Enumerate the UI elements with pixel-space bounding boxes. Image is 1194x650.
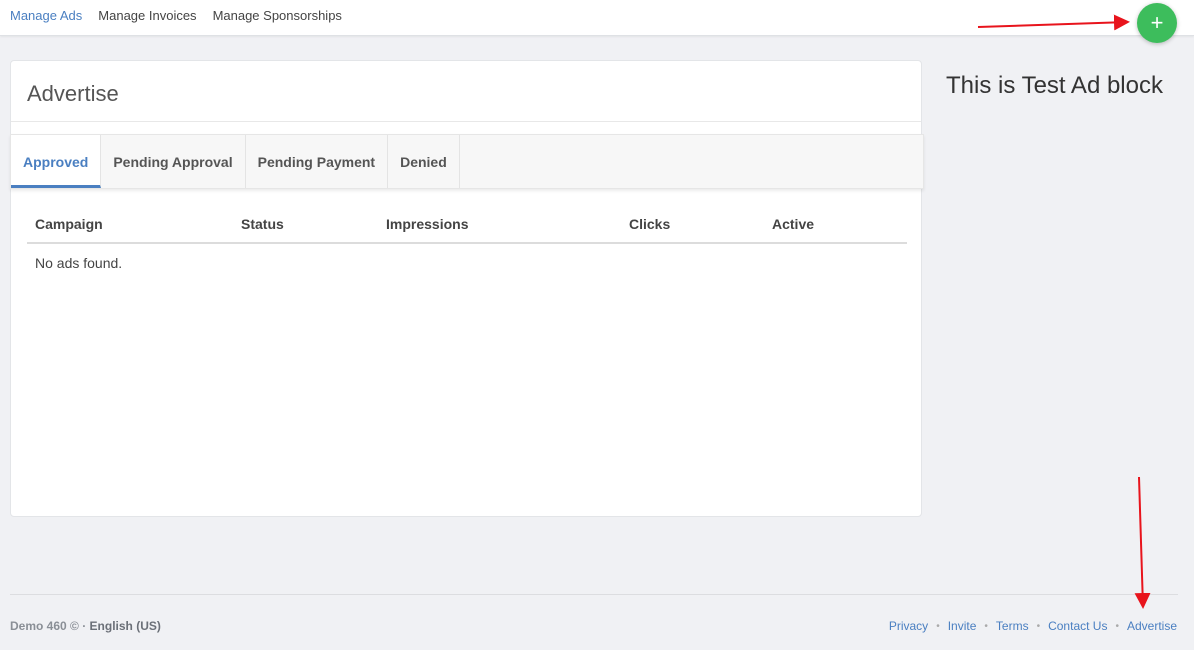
plus-icon: + [1150, 10, 1164, 35]
footer-link-privacy[interactable]: Privacy [889, 619, 928, 633]
ad-block: This is Test Ad block [946, 72, 1163, 99]
tab-pending-approval[interactable]: Pending Approval [101, 135, 246, 188]
tab-approved[interactable]: Approved [11, 135, 102, 188]
advertise-card: Advertise Approved Pending Approval Pend… [10, 60, 924, 517]
footer-link-advertise[interactable]: Advertise [1127, 619, 1177, 633]
nav-manage-invoices[interactable]: Manage Invoices [98, 8, 196, 23]
table-header: Campaign Status Impressions Clicks Activ… [27, 211, 907, 244]
footer-separator: • [984, 620, 988, 632]
footer-copyright: Demo 460 © · English (US) [10, 619, 161, 633]
footer-links: Privacy • Invite • Terms • Contact Us • … [889, 619, 1177, 633]
top-nav: Manage Ads Manage Invoices Manage Sponso… [10, 8, 342, 23]
footer-separator: • [936, 620, 940, 632]
status-tabs: Approved Pending Approval Pending Paymen… [10, 134, 924, 189]
ads-table: Campaign Status Impressions Clicks Activ… [27, 211, 907, 282]
footer-link-invite[interactable]: Invite [948, 619, 977, 633]
footer-separator: • [1036, 620, 1041, 632]
column-header-clicks: Clicks [629, 216, 671, 232]
column-header-campaign: Campaign [35, 216, 103, 232]
column-header-status: Status [241, 216, 284, 232]
arrow-to-advertise-link [1134, 476, 1151, 609]
divider [11, 121, 921, 122]
add-ad-button[interactable]: + [1137, 3, 1177, 43]
empty-message: No ads found. [35, 255, 123, 271]
language-selector[interactable]: English (US) [90, 619, 161, 633]
footer-separator: • [1115, 620, 1119, 632]
footer-link-terms[interactable]: Terms [996, 619, 1029, 633]
nav-manage-ads[interactable]: Manage Ads [10, 8, 82, 23]
column-header-impressions: Impressions [386, 216, 469, 232]
tab-pending-payment[interactable]: Pending Payment [246, 135, 389, 188]
nav-manage-sponsorships[interactable]: Manage Sponsorships [213, 8, 342, 23]
page-title: Advertise [27, 81, 119, 106]
footer-link-contact-us[interactable]: Contact Us [1048, 619, 1107, 633]
tab-denied[interactable]: Denied [388, 135, 460, 188]
site-copyright: Demo 460 © · [10, 619, 87, 633]
footer-divider [10, 594, 1178, 595]
column-header-active: Active [772, 216, 815, 232]
top-navbar: Manage Ads Manage Invoices Manage Sponso… [0, 0, 1194, 36]
